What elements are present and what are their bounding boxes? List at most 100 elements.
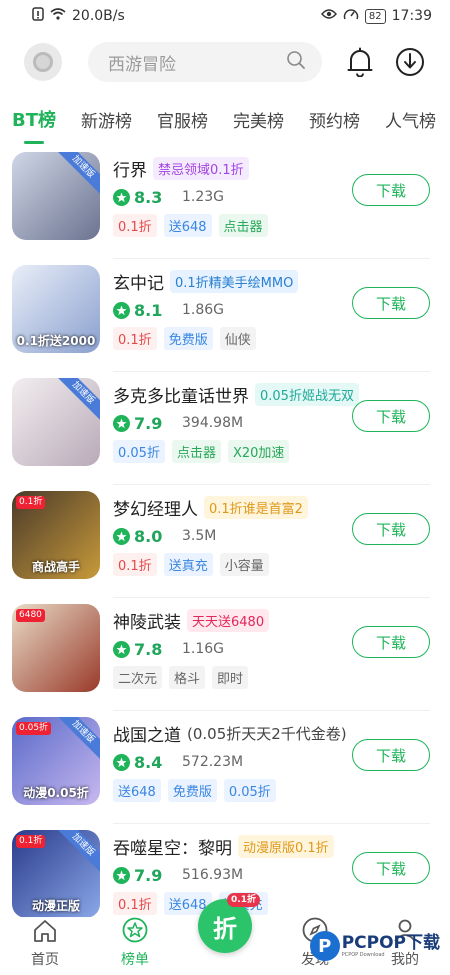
home-icon	[32, 919, 58, 947]
game-name: 战国之道	[113, 725, 181, 746]
download-button[interactable]: 下载	[352, 287, 430, 319]
game-icon-caption: 动漫0.05折	[23, 786, 89, 800]
watermark-logo: P PCPOP下载 PCPOP Download	[309, 931, 440, 961]
game-tag: 0.1折	[113, 214, 157, 237]
game-row[interactable]: 0.1折送2000 玄中记 0.1折精美手绘MMO 8.1 1.86G 0.1折…	[0, 259, 450, 372]
game-promo: 天天送6480	[187, 608, 270, 632]
game-icon[interactable]: 0.1折 商战高手	[12, 491, 100, 579]
game-tag: 小容量	[219, 553, 269, 576]
download-button[interactable]: 下载	[352, 852, 430, 884]
eye-icon	[320, 8, 337, 24]
search-placeholder: 西游冒险	[108, 54, 176, 75]
discount-corner-badge: 0.1折	[16, 496, 46, 509]
game-row[interactable]: 0.1折 商战高手 梦幻经理人 0.1折谁是首富2 8.0 3.5M 0.1折 送真…	[0, 485, 450, 598]
rating-star-icon	[113, 527, 130, 545]
game-promo: (0.05折天天2千代金卷)	[187, 724, 347, 743]
tab-reservation[interactable]: 预约榜	[309, 107, 360, 144]
game-rating: 7.8	[134, 639, 163, 659]
game-tag: 0.05折	[223, 779, 276, 802]
game-size: 1.86G	[182, 302, 225, 318]
game-tags: 0.1折 免费版 仙侠	[113, 327, 430, 350]
game-tag: 送真充	[163, 553, 213, 576]
rating-star-icon	[113, 753, 130, 771]
tab-new-games[interactable]: 新游榜	[81, 107, 132, 144]
game-tags: 0.1折 送648 点击器	[113, 214, 430, 237]
game-name: 吞噬星空：黎明	[113, 838, 232, 859]
star-icon	[122, 917, 148, 947]
game-promo: 0.1折谁是首富2	[204, 495, 308, 519]
game-rating: 7.9	[134, 413, 163, 433]
game-size: 1.23G	[182, 189, 225, 205]
download-manager-icon[interactable]	[394, 46, 426, 78]
game-tag: 即时	[212, 666, 249, 689]
game-size: 3.5M	[182, 528, 217, 544]
game-icon[interactable]: 加速版	[12, 152, 100, 240]
game-icon[interactable]: 0.1折送2000	[12, 265, 100, 353]
rating-star-icon	[113, 866, 130, 884]
game-promo: 动漫原版0.1折	[238, 834, 334, 858]
speed-version-badge: 加速版	[53, 378, 100, 423]
game-icon[interactable]: 加速版	[12, 378, 100, 466]
game-size: 1.16G	[182, 641, 225, 657]
game-rating: 8.4	[134, 752, 163, 772]
game-tag: 0.05折	[113, 440, 165, 463]
speedometer-icon	[343, 7, 359, 25]
game-tag: 仙侠	[219, 327, 256, 350]
discount-corner-badge: 6480	[16, 609, 45, 622]
download-button[interactable]: 下载	[352, 513, 430, 545]
game-tag: 0.1折	[113, 553, 157, 576]
search-icon	[286, 50, 306, 74]
discount-fab-button[interactable]: 折 0.1折	[198, 893, 260, 953]
game-row[interactable]: 加速版 0.05折 动漫0.05折 战国之道 (0.05折天天2千代金卷) 8.4 …	[0, 711, 450, 824]
tab-official[interactable]: 官服榜	[157, 107, 208, 144]
download-button[interactable]: 下载	[352, 739, 430, 771]
game-promo: 0.05折姬战无双	[255, 382, 359, 406]
speed-version-badge: 加速版	[53, 830, 100, 875]
ranking-tabs: BT榜 新游榜 官服榜 完美榜 预约榜 人气榜	[0, 92, 450, 144]
fab-label: 折	[213, 914, 237, 943]
rating-star-icon	[113, 188, 130, 206]
nav-home[interactable]: 首页	[10, 919, 80, 969]
speed-version-badge: 加速版	[53, 152, 100, 197]
watermark-text: PCPOP下载	[341, 932, 440, 953]
game-size: 394.98M	[182, 415, 244, 431]
rating-star-icon	[113, 301, 130, 319]
bell-icon[interactable]	[344, 46, 376, 78]
game-name: 梦幻经理人	[113, 499, 198, 520]
game-name: 神陵武装	[113, 612, 181, 633]
game-icon[interactable]: 加速版 0.1折 动漫正版	[12, 830, 100, 918]
tab-popular[interactable]: 人气榜	[385, 107, 436, 144]
game-rating: 8.0	[134, 526, 163, 546]
game-name: 行界	[113, 160, 147, 181]
nav-home-label: 首页	[31, 952, 59, 968]
download-button[interactable]: 下载	[352, 626, 430, 658]
tab-bt[interactable]: BT榜	[12, 106, 56, 144]
watermark-p-icon: P	[309, 931, 340, 961]
game-tag: 送648	[113, 779, 161, 802]
fab-badge: 0.1折	[227, 893, 260, 907]
game-row[interactable]: 加速版 行界 禁忌领域0.1折 8.3 1.23G 0.1折 送648 点击器 下载	[0, 146, 450, 259]
search-input[interactable]: 西游冒险	[88, 42, 322, 82]
download-button[interactable]: 下载	[352, 174, 430, 206]
game-rating: 7.9	[134, 865, 163, 885]
game-icon[interactable]: 加速版 0.05折 动漫0.05折	[12, 717, 100, 805]
game-tags: 0.1折送648送真充	[113, 892, 430, 915]
game-tag: 免费版	[163, 327, 213, 350]
rating-star-icon	[113, 640, 130, 658]
game-tags: 二次元 格斗 即时	[113, 666, 430, 689]
game-row[interactable]: 加速版 多克多比童话世界 0.05折姬战无双 7.9 394.98M 0.05折…	[0, 372, 450, 485]
game-icon[interactable]: 6480	[12, 604, 100, 692]
game-row[interactable]: 6480 神陵武装 天天送6480 7.8 1.16G 二次元 格斗 即时 下载	[0, 598, 450, 711]
top-bar: 西游冒险	[0, 32, 450, 92]
game-tag: 格斗	[169, 666, 206, 689]
speed-version-badge: 加速版	[53, 717, 100, 762]
nav-ranking[interactable]: 榜单	[100, 917, 170, 969]
tab-perfect[interactable]: 完美榜	[233, 107, 284, 144]
game-tag: 0.1折	[113, 327, 157, 350]
game-tag: 送648	[163, 214, 212, 237]
game-tags: 0.1折 送真充 小容量	[113, 553, 430, 576]
download-button[interactable]: 下载	[352, 400, 430, 432]
nav-ranking-label: 榜单	[121, 952, 149, 968]
avatar[interactable]	[24, 43, 62, 81]
sim-alert-icon	[32, 7, 44, 25]
